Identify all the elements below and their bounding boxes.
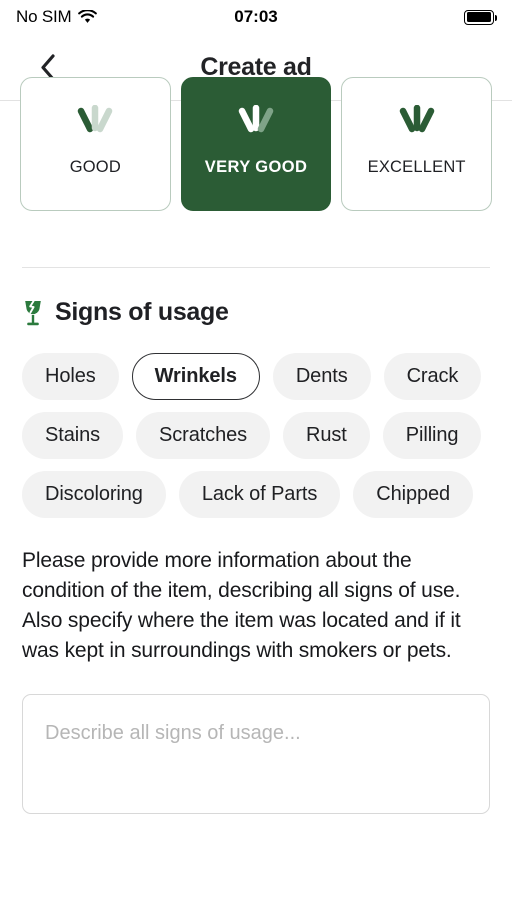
condition-card-label: EXCELLENT bbox=[367, 158, 466, 176]
chip-label: Wrinkels bbox=[154, 365, 237, 387]
chip-stains[interactable]: Stains bbox=[22, 412, 123, 459]
chip-label: Holes bbox=[45, 365, 96, 387]
chip-pilling[interactable]: Pilling bbox=[382, 412, 482, 459]
section-divider bbox=[22, 267, 490, 268]
chip-scratches[interactable]: Scratches bbox=[136, 412, 271, 459]
chip-label: Dents bbox=[295, 365, 348, 387]
status-bar: No SIM 07:03 bbox=[0, 0, 512, 34]
app-screen: No SIM 07:03 Create ad GOOD VERY GOOD EX… bbox=[0, 0, 512, 910]
chip-label: Rust bbox=[306, 424, 347, 446]
chip-rust[interactable]: Rust bbox=[283, 412, 370, 459]
signs-of-usage-textarea[interactable] bbox=[22, 694, 490, 814]
rays-icon-three-filled bbox=[389, 100, 445, 144]
wifi-icon bbox=[78, 10, 98, 23]
chip-wrinkels[interactable]: Wrinkels bbox=[131, 353, 260, 400]
battery-level-fill bbox=[466, 12, 492, 22]
chip-label: Discoloring bbox=[45, 483, 143, 505]
chip-holes[interactable]: Holes bbox=[22, 353, 119, 400]
help-text: Please provide more information about th… bbox=[22, 549, 461, 662]
signs-chip-group: Holes Wrinkels Dents Crack Stains Scratc… bbox=[0, 353, 512, 518]
broken-glass-icon bbox=[25, 299, 41, 325]
status-bar-left: No SIM bbox=[16, 7, 98, 27]
carrier-label: No SIM bbox=[16, 7, 72, 26]
signs-of-usage-heading: Signs of usage bbox=[0, 298, 512, 327]
scroll-content: GOOD VERY GOOD EXCELLENT Signs of usage … bbox=[0, 77, 512, 819]
chip-lack-of-parts[interactable]: Lack of Parts bbox=[178, 471, 341, 518]
chip-label: Chipped bbox=[376, 483, 451, 505]
battery-full-icon bbox=[464, 9, 497, 25]
chip-label: Crack bbox=[406, 365, 459, 387]
status-bar-right bbox=[464, 9, 497, 25]
condition-card-group: GOOD VERY GOOD EXCELLENT bbox=[0, 77, 512, 211]
condition-card-label: GOOD bbox=[69, 158, 121, 176]
chip-label: Pilling bbox=[405, 424, 459, 446]
chip-discoloring[interactable]: Discoloring bbox=[22, 471, 166, 518]
chip-dents[interactable]: Dents bbox=[272, 353, 371, 400]
chip-label: Lack of Parts bbox=[201, 483, 318, 505]
description-field-wrapper bbox=[0, 694, 512, 819]
chip-label: Stains bbox=[45, 424, 100, 446]
chip-label: Scratches bbox=[159, 424, 248, 446]
rays-icon-two-filled bbox=[228, 100, 284, 144]
condition-card-label: VERY GOOD bbox=[204, 158, 308, 176]
rays-icon-one-filled bbox=[67, 100, 123, 144]
section-title: Signs of usage bbox=[55, 298, 229, 326]
condition-card-good[interactable]: GOOD bbox=[20, 77, 171, 211]
condition-card-excellent[interactable]: EXCELLENT bbox=[341, 77, 493, 211]
chip-chipped[interactable]: Chipped bbox=[353, 471, 474, 518]
condition-card-very-good[interactable]: VERY GOOD bbox=[180, 77, 332, 211]
chip-crack[interactable]: Crack bbox=[383, 353, 482, 400]
